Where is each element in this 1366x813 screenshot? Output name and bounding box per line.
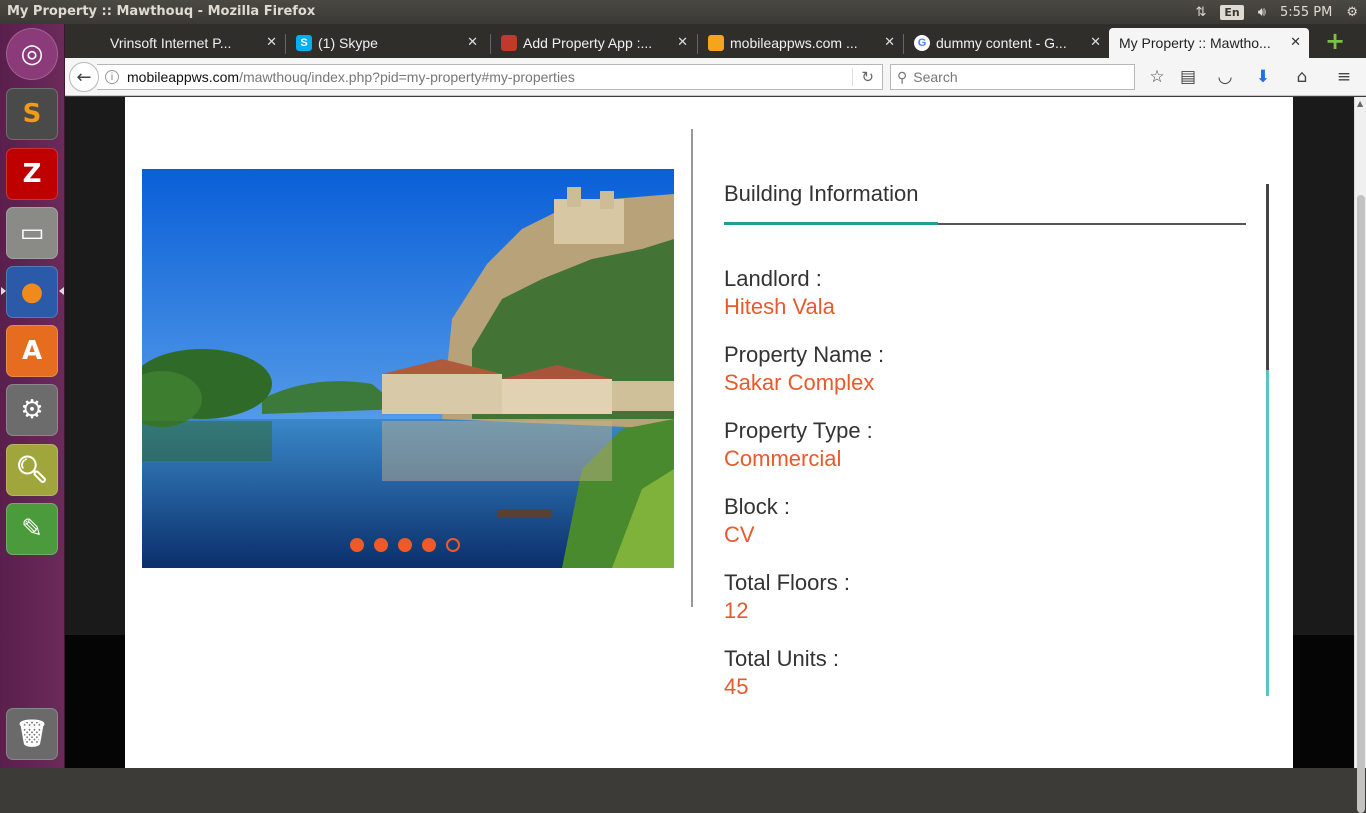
field-label: Block : (724, 494, 791, 519)
tab-strip: Vrinsoft Internet P... ✕ S (1) Skype ✕ A… (65, 24, 1366, 58)
carousel-dot[interactable] (350, 538, 364, 552)
skype-icon: S (296, 35, 312, 51)
carousel-dot[interactable] (374, 538, 388, 552)
firefox-icon[interactable]: ● (6, 266, 58, 318)
mobileappws-favicon-icon (708, 35, 724, 51)
system-tray: ⇅ En 🔊︎ 5:55 PM ⚙ (1195, 0, 1366, 24)
search-icon: ⚲ (897, 68, 908, 85)
field-label: Total Units : (724, 646, 839, 671)
url-host: mobileappws.com (127, 69, 240, 85)
tab-mobileappws[interactable]: mobileappws.com ... ✕ (698, 28, 903, 58)
power-gear-icon[interactable]: ⚙ (1346, 5, 1358, 20)
page-scrollbar-thumb[interactable] (1357, 195, 1365, 813)
sublime-text-icon[interactable]: S (6, 88, 58, 140)
tab-skype[interactable]: S (1) Skype ✕ (286, 28, 486, 58)
page-viewport: Building Information Landlord : Hitesh V… (65, 97, 1354, 768)
close-tab-icon[interactable]: ✕ (677, 34, 688, 50)
home-icon[interactable]: ⌂ (1291, 66, 1313, 88)
text-editor-icon[interactable]: ✎ (6, 503, 58, 555)
field-property-type: Property Type : Commercial (724, 418, 873, 472)
field-landlord: Landlord : Hitesh Vala (724, 266, 835, 320)
back-button[interactable]: ← (69, 62, 99, 92)
google-icon: G (914, 35, 930, 51)
close-tab-icon[interactable]: ✕ (266, 34, 277, 50)
settings-icon[interactable]: ⚙ (6, 384, 58, 436)
reading-list-icon[interactable]: ▤ (1177, 66, 1199, 88)
tab-google-search[interactable]: G dummy content - G... ✕ (904, 28, 1109, 58)
field-property-name: Property Name : Sakar Complex (724, 342, 884, 396)
vertical-divider (691, 129, 693, 607)
new-tab-button[interactable]: + (1323, 29, 1347, 54)
property-card: Building Information Landlord : Hitesh V… (125, 97, 1293, 768)
field-label: Property Type : (724, 418, 873, 443)
carousel-indicators (350, 538, 460, 552)
building-information-panel: Building Information Landlord : Hitesh V… (724, 181, 1246, 699)
info-panel-scrollbar-thumb[interactable] (1266, 184, 1269, 370)
menu-hamburger-icon[interactable]: ≡ (1333, 66, 1355, 88)
field-value: Hitesh Vala (724, 294, 835, 319)
filezilla-icon[interactable]: Z (6, 148, 58, 200)
field-total-units: Total Units : 45 (724, 646, 839, 700)
field-block: Block : CV (724, 494, 790, 548)
reload-icon[interactable]: ↻ (852, 68, 874, 86)
window-title: My Property :: Mawthouq - Mozilla Firefo… (7, 4, 316, 19)
close-tab-icon[interactable]: ✕ (467, 34, 478, 50)
info-panel-scrollbar[interactable] (1266, 184, 1269, 696)
field-value: 12 (724, 598, 749, 623)
download-icon[interactable]: ⬇ (1252, 66, 1274, 88)
unity-launcher: ◎ S Z ▭ ● A ⚙ 🔍︎ ✎ 🗑︎ (0, 24, 65, 768)
bookmark-star-icon[interactable]: ☆ (1146, 66, 1168, 88)
add-property-favicon-icon (501, 35, 517, 51)
field-value: CV (724, 522, 755, 547)
ubuntu-logo-icon[interactable]: ◎ (6, 28, 58, 80)
field-value: Sakar Complex (724, 370, 875, 395)
carousel-dot-active[interactable] (446, 538, 460, 552)
page-scrollbar[interactable]: ▲ (1354, 97, 1366, 813)
property-image-carousel[interactable] (142, 169, 674, 568)
field-value: 45 (724, 674, 749, 699)
search-placeholder: Search (913, 69, 958, 85)
section-heading: Building Information (724, 181, 919, 206)
search-input[interactable]: ⚲ Search (890, 64, 1135, 90)
image-viewer-icon[interactable]: 🔍︎ (6, 444, 58, 496)
keyboard-language-indicator[interactable]: En (1220, 4, 1244, 20)
field-label: Property Name : (724, 342, 885, 367)
volume-icon[interactable]: 🔊︎ (1258, 5, 1266, 20)
close-tab-icon[interactable]: ✕ (1290, 34, 1301, 50)
url-bar[interactable]: i mobileappws.com/mawthouq/index.php?pid… (97, 64, 883, 90)
trash-icon[interactable]: 🗑︎ (6, 708, 58, 760)
running-indicator (1, 287, 6, 295)
tab-add-property[interactable]: Add Property App :... ✕ (491, 28, 696, 58)
field-value: Commercial (724, 446, 842, 471)
top-panel: My Property :: Mawthouq - Mozilla Firefo… (0, 0, 1366, 24)
close-tab-icon[interactable]: ✕ (884, 34, 895, 50)
tab-my-property[interactable]: My Property :: Mawtho... ✕ (1109, 28, 1309, 58)
carousel-dot[interactable] (398, 538, 412, 552)
property-photo (142, 169, 674, 568)
scroll-up-arrow-icon[interactable]: ▲ (1357, 99, 1363, 108)
url-path: /mawthouq/index.php?pid=my-property#my-p… (239, 69, 575, 85)
clock[interactable]: 5:55 PM (1280, 5, 1332, 20)
pocket-icon[interactable]: ◡ (1214, 66, 1236, 88)
field-total-floors: Total Floors : 12 (724, 570, 850, 624)
software-center-icon[interactable]: A (6, 325, 58, 377)
field-label: Landlord : (724, 266, 822, 291)
close-tab-icon[interactable]: ✕ (1090, 34, 1101, 50)
heading-underline (724, 222, 1246, 225)
files-icon[interactable]: ▭ (6, 207, 58, 259)
network-icon[interactable]: ⇅ (1195, 5, 1206, 20)
site-info-icon[interactable]: i (105, 70, 119, 84)
navigation-toolbar: i mobileappws.com/mawthouq/index.php?pid… (65, 58, 1366, 96)
tab-vrinsoft[interactable]: Vrinsoft Internet P... ✕ (100, 28, 285, 58)
field-label: Total Floors : (724, 570, 850, 595)
focused-indicator (59, 287, 64, 295)
carousel-dot[interactable] (422, 538, 436, 552)
